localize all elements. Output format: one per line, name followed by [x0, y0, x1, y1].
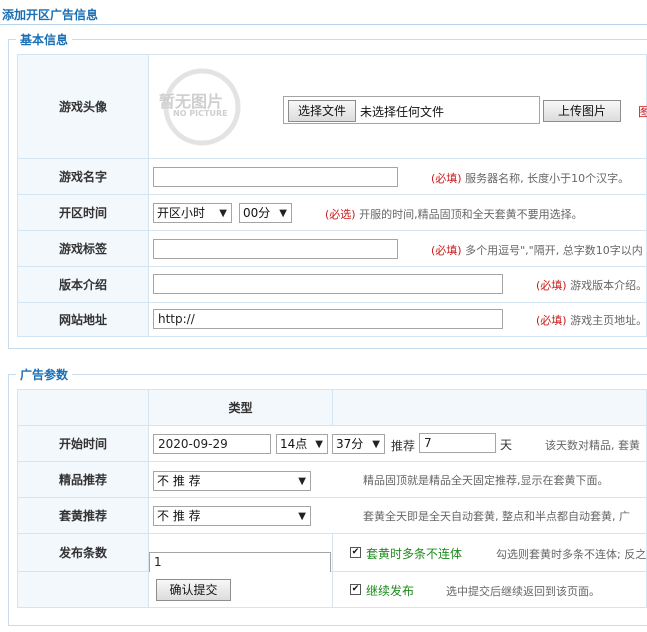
open-time-label: 开区时间: [17, 194, 149, 231]
no-link-checkbox-label: 套黄时多条不连体: [366, 547, 463, 561]
continue-checkbox[interactable]: ✔: [350, 584, 361, 595]
no-link-hint: 勾选则套黄时多条不连体; 反之: [496, 548, 647, 561]
website-label: 网站地址: [17, 302, 149, 337]
chevron-down-icon: ▼: [219, 208, 227, 219]
file-input[interactable]: 选择文件 未选择任何文件: [283, 96, 540, 124]
open-time-hint: (必选) 开服的时间,精品固顶和全天套黄不要用选择。: [325, 208, 583, 221]
game-tags-label: 游戏标签: [17, 230, 149, 267]
version-intro-input[interactable]: [153, 274, 503, 294]
game-name-label: 游戏名字: [17, 158, 149, 195]
upload-image-button[interactable]: 上传图片: [543, 100, 621, 122]
chevron-down-icon: ▼: [315, 439, 323, 450]
game-name-hint: (必填) 服务器名称, 长度小于10个汉字。: [431, 172, 630, 185]
start-hour-select[interactable]: 14点 ▼: [276, 434, 328, 454]
chevron-down-icon: ▼: [279, 208, 287, 219]
choose-file-button[interactable]: 选择文件: [288, 100, 356, 122]
website-input[interactable]: http://: [153, 309, 503, 329]
start-minute-select[interactable]: 37分 ▼: [332, 434, 385, 454]
avatar-trailing-note: 图: [638, 105, 647, 119]
yellow-hint: 套黄全天即是全天自动套黄, 整点和半点都自动套黄, 广: [363, 510, 630, 523]
header-empty: [17, 389, 149, 426]
days-unit: 天: [500, 438, 513, 452]
featured-label: 精品推荐: [17, 461, 149, 498]
game-name-input[interactable]: [153, 167, 398, 187]
avatar-cell: 暂无图片 NO PICTURE 选择文件 未选择任何文件 上传图片 图: [148, 54, 647, 159]
version-intro-hint: (必填) 游戏版本介绍。: [536, 279, 647, 292]
recommend-label: 推荐: [391, 439, 416, 453]
chevron-down-icon: ▼: [298, 476, 306, 487]
start-date-input[interactable]: 2020-09-29: [153, 434, 271, 454]
no-link-checkbox[interactable]: ✔: [350, 547, 361, 558]
ad-params-legend: 广告参数: [16, 366, 73, 383]
game-tags-hint: (必填) 多个用逗号","隔开, 总字数10字以内: [431, 244, 643, 257]
publish-count-label: 发布条数: [17, 533, 149, 572]
no-picture-subtext: NO PICTURE: [173, 109, 228, 118]
featured-hint: 精品固顶就是精品全天固定推荐,显示在套黄下面。: [363, 474, 609, 487]
open-hour-select[interactable]: 开区小时 ▼: [153, 203, 232, 223]
chevron-down-icon: ▼: [298, 511, 306, 522]
basic-info-table: 游戏头像 暂无图片 NO PICTURE 选择文件 未选择任何文件 上传图片 图…: [17, 54, 647, 337]
version-intro-label: 版本介绍: [17, 266, 149, 303]
avatar-label: 游戏头像: [17, 54, 149, 159]
chevron-down-icon: ▼: [372, 439, 380, 450]
yellow-select[interactable]: 不 推 荐 ▼: [153, 506, 311, 526]
ad-params-table: 类型 开始时间 2020-09-29 14点 ▼ 37分 ▼ 推荐 7 天 该天数对…: [17, 389, 647, 608]
website-hint: (必填) 游戏主页地址。: [536, 314, 647, 327]
submit-button[interactable]: 确认提交: [156, 579, 231, 601]
header-blank: [332, 389, 647, 426]
featured-select[interactable]: 不 推 荐 ▼: [153, 471, 311, 491]
basic-info-legend: 基本信息: [16, 31, 73, 48]
submit-row-label: [17, 571, 149, 608]
start-time-label: 开始时间: [17, 425, 149, 462]
continue-checkbox-label: 继续发布: [366, 584, 415, 598]
yellow-label: 套黄推荐: [17, 497, 149, 534]
game-tags-input[interactable]: [153, 239, 398, 259]
header-type: 类型: [148, 389, 333, 426]
publish-count-input[interactable]: 1: [149, 552, 331, 573]
recommend-days-input[interactable]: 7: [419, 433, 496, 453]
title-divider: [0, 24, 647, 25]
start-time-hint: 该天数对精品, 套黄: [545, 439, 640, 452]
page-title: 添加开区广告信息: [2, 8, 99, 22]
continue-hint: 选中提交后继续返回到该页面。: [446, 585, 600, 598]
file-status-text: 未选择任何文件: [360, 105, 445, 119]
open-minute-select[interactable]: 00分 ▼: [239, 203, 292, 223]
